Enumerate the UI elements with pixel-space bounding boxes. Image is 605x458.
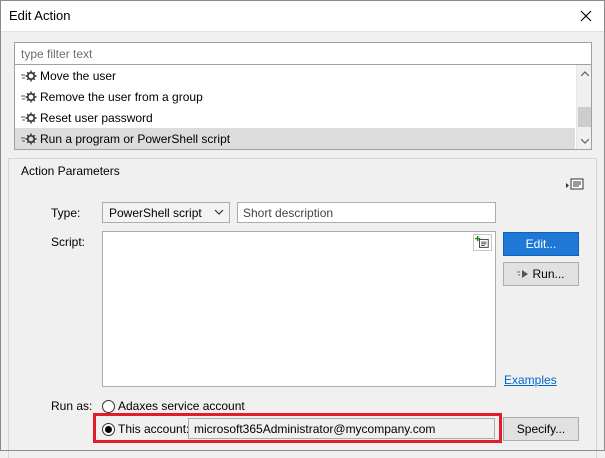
actions-list[interactable]: Move the user Remove the user from a gro… [14,64,592,150]
list-item-reset-password[interactable]: Reset user password [15,107,575,128]
gear-icon [21,133,37,144]
radio-button[interactable] [102,399,115,413]
close-button[interactable] [570,2,602,30]
list-item-label: Remove the user from a group [40,89,203,104]
action-parameters-title: Action Parameters [18,164,123,178]
type-label: Type: [51,206,81,220]
run-button-label: Run... [532,267,565,281]
radio-button[interactable] [102,422,115,436]
filter-input[interactable] [14,42,592,64]
scroll-up-button[interactable] [577,65,591,81]
radio-this-account[interactable]: This account: [102,422,189,436]
examples-link[interactable]: Examples [504,373,557,387]
list-scrollbar[interactable] [576,65,591,149]
chevron-down-icon [214,209,224,215]
account-value: microsoft365Administrator@mycompany.com [194,421,436,436]
radio-service-account-label: Adaxes service account [118,399,245,413]
list-item-label: Reset user password [40,110,153,125]
list-item-move-user[interactable]: Move the user [15,65,575,86]
gear-icon [21,70,37,81]
list-item-label: Move the user [40,68,117,83]
window-title: Edit Action [9,8,71,23]
run-icon [517,270,529,278]
scroll-thumb[interactable] [578,107,591,127]
title-bar [0,0,605,32]
gear-icon [21,112,37,123]
script-label: Script: [51,235,86,249]
type-dropdown[interactable]: PowerShell script [102,202,230,223]
type-value: PowerShell script [109,205,202,220]
gear-icon [21,91,37,102]
menu-icon[interactable] [566,178,584,192]
scroll-down-button[interactable] [577,133,591,149]
insert-icon[interactable] [473,234,492,251]
list-item-remove-from-group[interactable]: Remove the user from a group [15,86,575,107]
script-editor[interactable] [102,231,496,387]
run-button[interactable]: Run... [503,262,579,286]
radio-this-account-label: This account: [118,422,190,436]
run-as-label: Run as: [51,399,93,413]
scroll-up-icon [581,70,589,76]
short-description-input[interactable] [237,202,496,223]
specify-button[interactable]: Specify... [503,417,579,441]
list-item-run-script[interactable]: Run a program or PowerShell script [15,128,575,149]
scroll-down-icon [581,138,589,144]
close-icon [580,10,592,22]
edit-button[interactable]: Edit... [503,232,579,256]
account-field: microsoft365Administrator@mycompany.com [188,418,495,439]
list-item-label: Run a program or PowerShell script [40,131,231,146]
radio-service-account[interactable]: Adaxes service account [102,399,245,413]
